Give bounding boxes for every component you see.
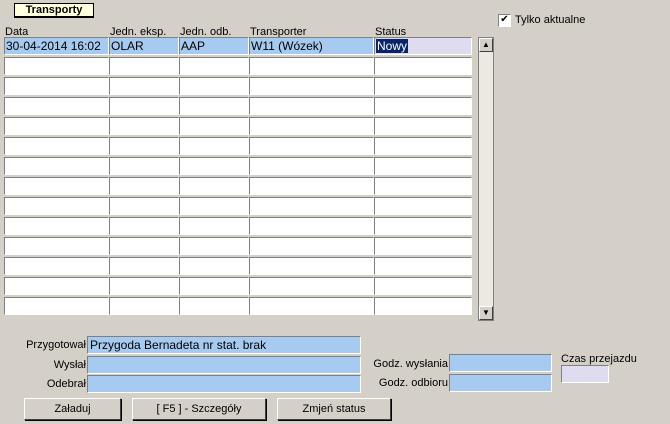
table-cell[interactable] <box>249 237 374 255</box>
table-cell[interactable] <box>4 117 109 135</box>
godz-wyslania-field[interactable] <box>449 354 552 372</box>
table-cell[interactable]: OLAR <box>109 37 179 55</box>
table-cell[interactable] <box>374 257 472 275</box>
table-cell[interactable] <box>179 97 249 115</box>
table-cell[interactable] <box>4 237 109 255</box>
table-cell[interactable] <box>249 297 374 315</box>
table-cell[interactable] <box>109 97 179 115</box>
table-cell[interactable] <box>4 297 109 315</box>
table-cell[interactable] <box>4 157 109 175</box>
table-cell[interactable] <box>374 217 472 235</box>
table-cell[interactable] <box>374 57 472 75</box>
table-cell[interactable] <box>109 257 179 275</box>
table-cell[interactable] <box>249 177 374 195</box>
table-cell[interactable] <box>4 177 109 195</box>
czas-przejazdu-field[interactable] <box>561 365 609 383</box>
table-cell[interactable]: AAP <box>179 37 249 55</box>
przygotowal-field[interactable]: Przygoda Bernadeta nr stat. brak <box>87 336 361 354</box>
table-cell[interactable] <box>109 277 179 295</box>
table-cell[interactable] <box>249 117 374 135</box>
przygotowal-label: Przygotował <box>26 339 86 351</box>
table-cell[interactable] <box>179 237 249 255</box>
tylko-aktualne-checkbox[interactable]: ✔ <box>498 14 511 27</box>
table-cell[interactable] <box>179 257 249 275</box>
grid-scrollbar[interactable]: ▲ ▼ <box>478 37 494 321</box>
table-cell[interactable] <box>249 137 374 155</box>
table-cell[interactable] <box>109 297 179 315</box>
table-cell[interactable] <box>4 217 109 235</box>
table-cell[interactable] <box>374 157 472 175</box>
table-cell[interactable] <box>374 97 472 115</box>
table-cell[interactable] <box>109 217 179 235</box>
wyslal-field[interactable] <box>87 356 361 374</box>
table-cell[interactable] <box>249 197 374 215</box>
odebral-field[interactable] <box>87 375 361 393</box>
table-cell[interactable] <box>249 77 374 95</box>
table-cell[interactable] <box>249 57 374 75</box>
table-cell[interactable] <box>249 97 374 115</box>
godz-wyslania-label: Godz. wysłania <box>373 358 448 370</box>
table-cell[interactable] <box>109 237 179 255</box>
table-cell[interactable] <box>249 217 374 235</box>
table-cell[interactable] <box>374 137 472 155</box>
table-cell[interactable] <box>374 297 472 315</box>
table-cell[interactable] <box>109 117 179 135</box>
table-cell[interactable] <box>109 137 179 155</box>
table-cell[interactable] <box>374 197 472 215</box>
table-cell[interactable] <box>179 57 249 75</box>
table-cell[interactable]: 30-04-2014 16:02 <box>4 37 109 55</box>
table-cell[interactable] <box>179 137 249 155</box>
odebral-label: Odebrał <box>46 378 86 390</box>
table-cell[interactable] <box>179 77 249 95</box>
table-cell[interactable] <box>109 77 179 95</box>
table-cell[interactable] <box>249 257 374 275</box>
table-cell[interactable] <box>374 77 472 95</box>
table-cell[interactable] <box>179 197 249 215</box>
table-cell[interactable] <box>4 57 109 75</box>
table-cell[interactable] <box>4 137 109 155</box>
table-cell[interactable] <box>249 277 374 295</box>
table-cell[interactable] <box>179 117 249 135</box>
table-cell[interactable] <box>179 297 249 315</box>
wyslal-label: Wysłał <box>53 359 86 371</box>
zmien-status-button[interactable]: Zmjeń status <box>277 398 391 420</box>
tylko-aktualne-label: Tylko aktualne <box>515 14 586 26</box>
table-cell[interactable] <box>4 97 109 115</box>
table-cell[interactable] <box>179 157 249 175</box>
table-cell[interactable] <box>374 177 472 195</box>
godz-odbioru-field[interactable] <box>449 374 552 392</box>
table-cell[interactable] <box>4 77 109 95</box>
table-cell[interactable] <box>109 177 179 195</box>
table-cell[interactable] <box>179 277 249 295</box>
godz-odbioru-label: Godz. odbioru <box>378 377 448 389</box>
scroll-up-icon[interactable]: ▲ <box>479 38 493 52</box>
status-value: Nowy <box>376 39 409 53</box>
table-cell[interactable] <box>4 197 109 215</box>
czas-przejazdu-label: Czas przejazdu <box>561 353 637 365</box>
table-cell[interactable]: W11 (Wózek) <box>249 37 374 55</box>
table-cell[interactable] <box>374 237 472 255</box>
table-cell[interactable] <box>4 277 109 295</box>
table-cell[interactable] <box>249 157 374 175</box>
zaladuj-button[interactable]: Załaduj <box>24 398 121 420</box>
table-cell[interactable] <box>374 277 472 295</box>
table-cell[interactable] <box>4 257 109 275</box>
table-cell[interactable] <box>179 177 249 195</box>
szczegoly-button[interactable]: [ F5 ] - Szczegóły <box>132 398 266 420</box>
table-cell[interactable]: Nowy <box>374 37 472 55</box>
table-cell[interactable] <box>109 197 179 215</box>
table-cell[interactable] <box>109 157 179 175</box>
table-cell[interactable] <box>179 217 249 235</box>
scroll-down-icon[interactable]: ▼ <box>479 306 493 320</box>
table-cell[interactable] <box>109 57 179 75</box>
tab-transporty[interactable]: Transporty <box>14 3 94 18</box>
table-cell[interactable] <box>374 117 472 135</box>
